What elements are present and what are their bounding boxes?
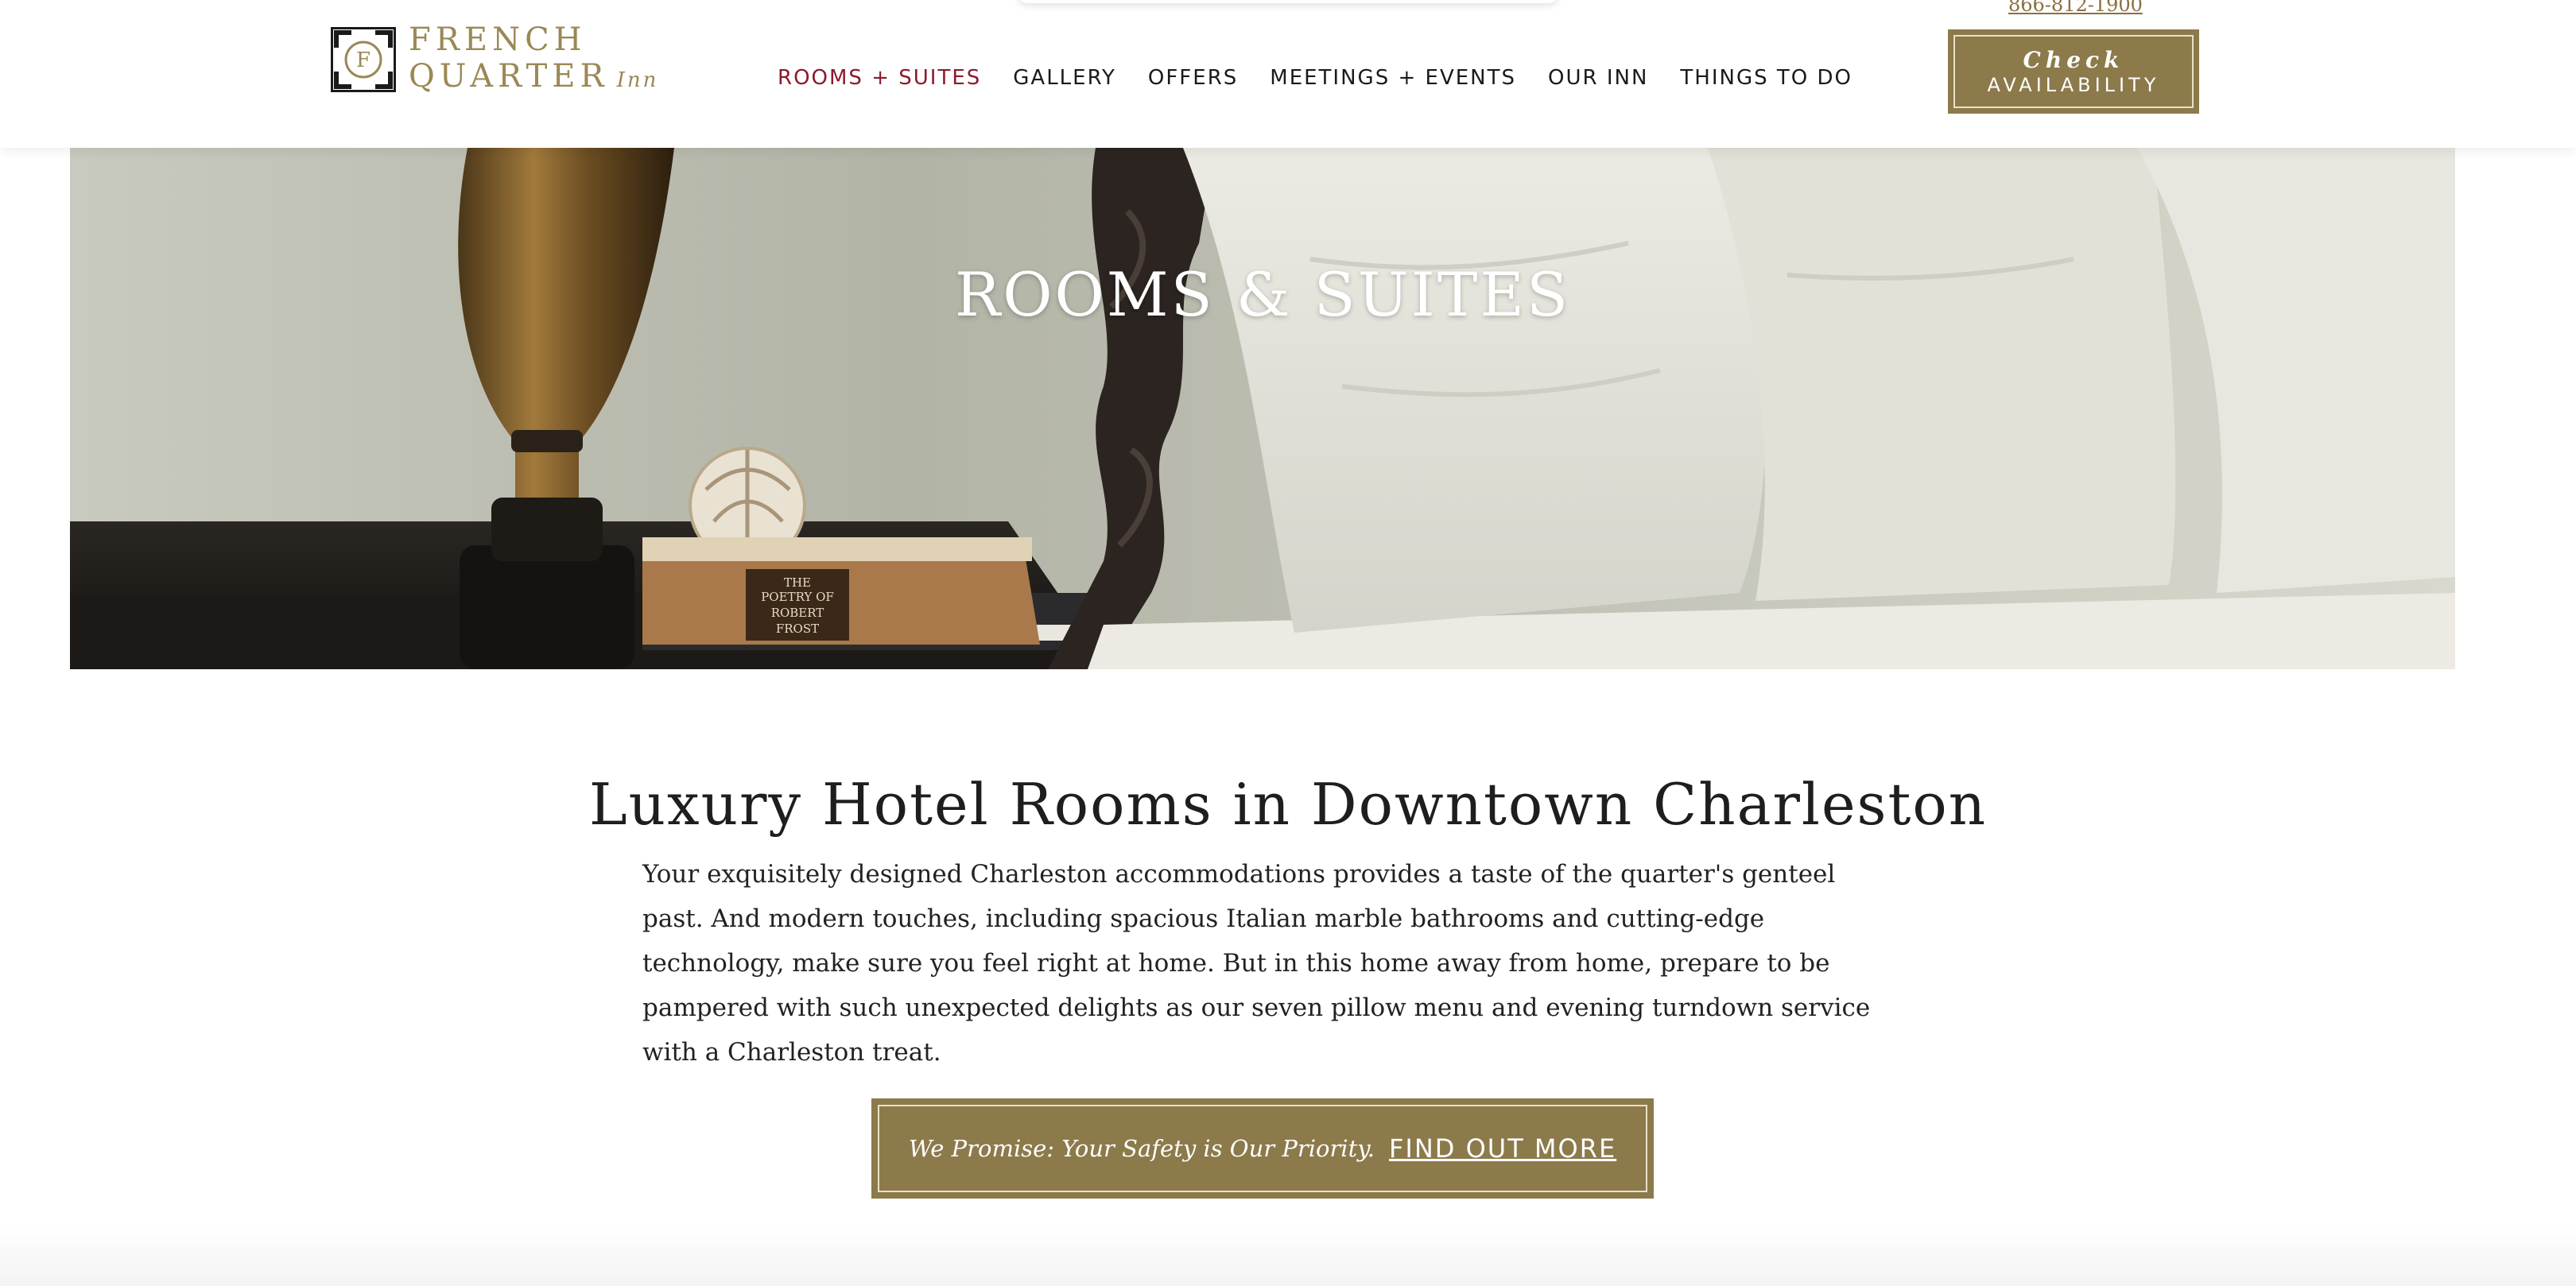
logo-text-inn: Inn <box>616 68 659 92</box>
book-spine-line2: POETRY OF <box>761 590 834 604</box>
book-spine-line1: THE <box>784 575 811 590</box>
hero-photo-bedside: THE POETRY OF ROBERT FROST <box>70 148 2455 669</box>
site-header: F FRENCH QUARTER Inn ROOMS + SUITES GALLE… <box>0 0 2576 148</box>
svg-text:F: F <box>356 48 370 72</box>
safety-promise-text: We Promise: Your Safety is Our Priority. <box>908 1135 1375 1162</box>
book-spine-line4: FROST <box>776 622 819 636</box>
check-availability-label-script: Check <box>2023 47 2124 73</box>
nav-item-gallery[interactable]: GALLERY <box>1013 66 1116 90</box>
book-spine-line3: ROBERT <box>771 606 824 620</box>
phone-link[interactable]: 866-812-1900 <box>2008 0 2143 16</box>
header-decor <box>1018 0 1558 3</box>
check-availability-button[interactable]: Check AVAILABILITY <box>1948 29 2199 114</box>
safety-promise-frame: We Promise: Your Safety is Our Priority.… <box>878 1105 1647 1192</box>
check-availability-label-caps: AVAILABILITY <box>1987 74 2160 96</box>
site-logo[interactable]: F FRENCH QUARTER Inn <box>331 22 665 99</box>
page-headline: Luxury Hotel Rooms in Downtown Charlesto… <box>588 771 1988 838</box>
check-availability-frame: Check AVAILABILITY <box>1953 35 2194 108</box>
nav-item-offers[interactable]: OFFERS <box>1148 66 1238 90</box>
next-section-edge <box>0 1224 2576 1286</box>
logo-text-line1: FRENCH <box>409 21 587 58</box>
safety-promise-banner: We Promise: Your Safety is Our Priority.… <box>871 1098 1654 1199</box>
nav-item-things-to-do[interactable]: THINGS TO DO <box>1680 66 1852 90</box>
logo-text-quarter: QUARTER <box>409 58 609 95</box>
hero-title: ROOMS & SUITES <box>954 259 1571 330</box>
nav-item-rooms-suites[interactable]: ROOMS + SUITES <box>778 66 981 90</box>
nav-item-meetings-events[interactable]: MEETINGS + EVENTS <box>1270 66 1516 90</box>
main-nav: ROOMS + SUITES GALLERY OFFERS MEETINGS +… <box>778 64 1852 92</box>
find-out-more-link[interactable]: FIND OUT MORE <box>1389 1133 1616 1164</box>
nav-item-our-inn[interactable]: OUR INN <box>1548 66 1648 90</box>
logo-text-line2: QUARTER Inn <box>409 60 658 96</box>
intro-paragraph: Your exquisitely designed Charleston acc… <box>642 860 1871 1067</box>
hero-banner: THE POETRY OF ROBERT FROST ROOMS & SUITE… <box>70 148 2455 669</box>
fleur-monogram-icon: F <box>331 27 396 92</box>
